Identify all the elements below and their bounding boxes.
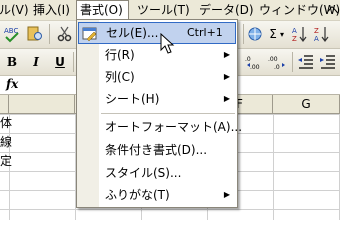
menu-item-cells[interactable]: セル(E)... Ctrl+1: [78, 22, 236, 44]
menu-format[interactable]: 書式(O): [76, 0, 129, 20]
menu-separator: [101, 113, 235, 114]
increase-decimal-icon[interactable]: .0.00: [245, 52, 265, 72]
submenu-arrow-icon: ▶: [223, 50, 230, 59]
svg-text:A: A: [314, 35, 319, 43]
menu-item-label: シート(H): [105, 92, 160, 106]
autosum-dropdown-icon[interactable]: ▾: [277, 24, 287, 44]
submenu-arrow-icon: ▶: [223, 190, 230, 199]
menu-item-style[interactable]: スタイル(S)...: [78, 162, 236, 184]
sort-ascending-icon[interactable]: AZ: [290, 24, 310, 44]
menu-tools[interactable]: ツール(T): [134, 0, 193, 20]
menu-item-label: ふりがな(T): [105, 188, 170, 202]
toolbar-separator: [73, 52, 74, 72]
menu-help[interactable]: ヘ: [324, 0, 340, 20]
research-icon[interactable]: [25, 24, 45, 44]
cell-text: 線: [0, 135, 13, 149]
insert-function-icon[interactable]: fx: [6, 77, 18, 91]
excel-window: ル(V) 挿入(I) 書式(O) ツール(T) データ(D) ウィンドウ(W) …: [0, 0, 340, 220]
cell-text: 定: [0, 154, 13, 168]
underline-button[interactable]: U: [50, 52, 70, 72]
toolbar-separator: [292, 52, 293, 72]
svg-text:Z: Z: [292, 35, 297, 43]
svg-text:.0: .0: [245, 56, 251, 63]
decrease-indent-icon[interactable]: [296, 52, 316, 72]
format-menu: セル(E)... Ctrl+1 行(R) ▶ 列(C) ▶ シート(H) ▶ オ…: [76, 19, 242, 208]
menu-item-shortcut: Ctrl+1: [187, 26, 223, 39]
column-header-g[interactable]: G: [273, 95, 340, 113]
menu-item-conditional-formatting[interactable]: 条件付き書式(D)...: [78, 139, 236, 161]
menu-item-label: スタイル(S)...: [105, 166, 182, 180]
toolbar-separator: [243, 24, 244, 44]
menu-item-autoformat[interactable]: オートフォーマット(A)...: [78, 116, 242, 138]
menu-item-sheet[interactable]: シート(H) ▶: [78, 88, 236, 110]
select-all-corner[interactable]: [0, 95, 9, 113]
svg-text:.00: .00: [250, 64, 260, 71]
menu-data[interactable]: データ(D): [196, 0, 257, 20]
svg-text:A: A: [292, 27, 297, 35]
decrease-decimal-icon[interactable]: .00.0: [268, 52, 288, 72]
menu-item-phonetic[interactable]: ふりがな(T) ▶: [78, 184, 236, 206]
menu-item-label: 行(R): [105, 48, 135, 62]
sort-descending-icon[interactable]: ZA: [312, 24, 332, 44]
menu-bar: ル(V) 挿入(I) 書式(O) ツール(T) データ(D) ウィンドウ(W) …: [0, 0, 340, 21]
cell-text: 体: [0, 116, 13, 130]
toolbar-separator: [49, 24, 50, 44]
menu-item-label: セル(E)...: [106, 26, 159, 40]
spellcheck-icon[interactable]: ABC: [2, 24, 22, 44]
italic-button[interactable]: I: [26, 52, 46, 72]
mouse-pointer-icon: [160, 32, 176, 55]
hyperlink-icon[interactable]: [245, 24, 265, 44]
submenu-arrow-icon: ▶: [223, 72, 230, 81]
menu-view[interactable]: ル(V): [0, 0, 32, 20]
cut-icon[interactable]: [55, 24, 75, 44]
submenu-arrow-icon: ▶: [223, 94, 230, 103]
bold-button[interactable]: B: [2, 52, 22, 72]
svg-text:Z: Z: [314, 27, 319, 35]
menu-insert[interactable]: 挿入(I): [30, 0, 73, 20]
menu-item-label: 列(C): [105, 70, 135, 84]
menu-item-row[interactable]: 行(R) ▶: [78, 44, 236, 66]
svg-text:.0: .0: [274, 64, 280, 71]
increase-indent-icon[interactable]: [318, 52, 338, 72]
menu-item-label: オートフォーマット(A)...: [105, 120, 243, 134]
menu-item-label: 条件付き書式(D)...: [105, 143, 208, 157]
column-header[interactable]: [9, 95, 75, 113]
svg-text:.00: .00: [268, 56, 278, 63]
format-cells-icon: [82, 26, 98, 42]
menu-item-column[interactable]: 列(C) ▶: [78, 66, 236, 88]
